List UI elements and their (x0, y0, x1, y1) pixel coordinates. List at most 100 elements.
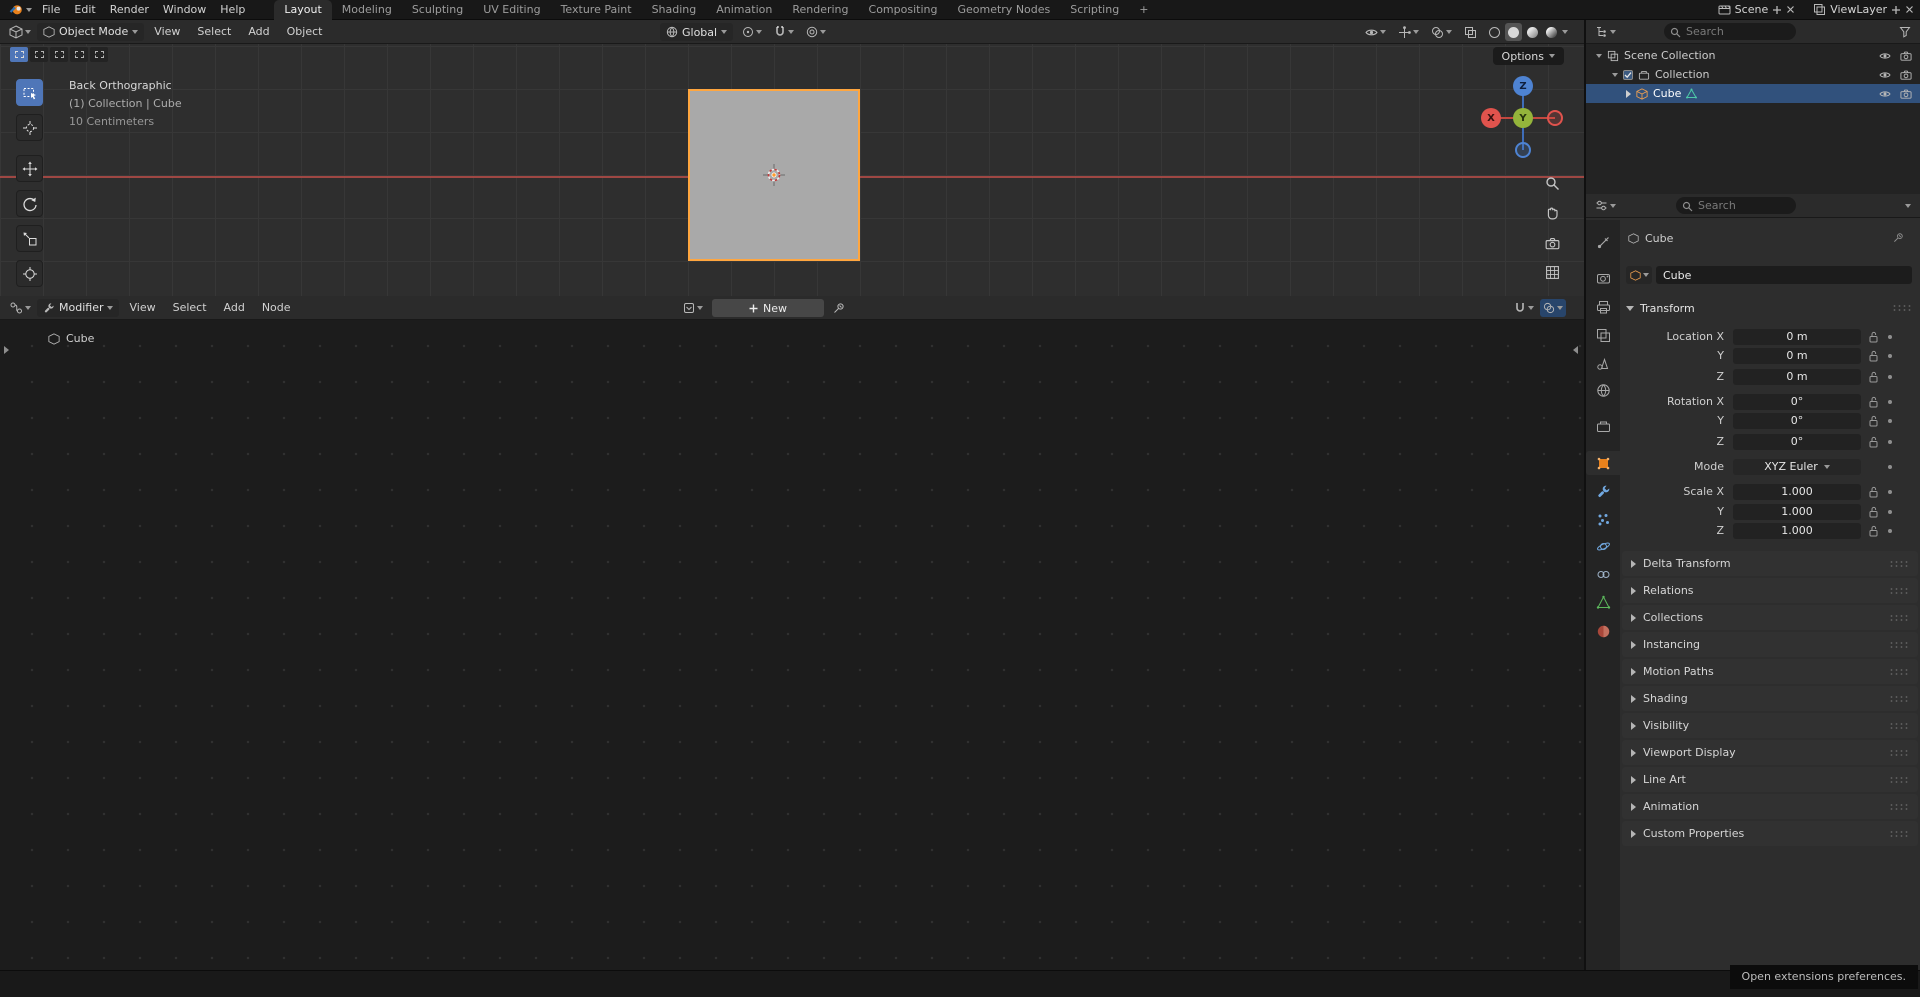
sidebar-toggle-arrow-left[interactable] (4, 344, 9, 357)
menu-render[interactable]: Render (103, 0, 156, 20)
outliner-row-cube[interactable]: Cube (1586, 84, 1920, 103)
tab-rendering[interactable]: Rendering (782, 0, 858, 20)
editor-type-button[interactable] (1592, 197, 1619, 215)
render-camera-icon[interactable] (1900, 69, 1912, 81)
viewport-menu-view[interactable]: View (147, 22, 187, 42)
panel-drag-grip[interactable] (1889, 640, 1909, 649)
viewport-canvas[interactable]: Back Orthographic (1) Collection | Cube … (0, 44, 1584, 296)
scale-z-field[interactable]: 1.000 (1733, 523, 1861, 539)
navigation-gizmo[interactable]: Z X Y (1478, 73, 1568, 163)
viewport-menu-add[interactable]: Add (241, 22, 276, 42)
gizmo-x-positive[interactable]: X (1481, 108, 1501, 128)
animate-dot[interactable] (1888, 354, 1892, 358)
new-view-layer-icon[interactable] (1891, 5, 1901, 15)
hide-eye-icon[interactable] (1879, 50, 1891, 62)
select-mode-intersect[interactable] (90, 47, 108, 62)
rotation-mode-dropdown[interactable]: XYZ Euler (1733, 459, 1861, 475)
panel-drag-grip[interactable] (1889, 559, 1909, 568)
search-input[interactable] (1664, 23, 1796, 40)
tab-output[interactable] (1590, 295, 1616, 319)
toggle-perspective-button[interactable] (1542, 262, 1562, 282)
snap-toggle[interactable] (771, 23, 797, 41)
lock-icon[interactable] (1869, 415, 1878, 427)
snapping-toggle[interactable] (1511, 299, 1537, 317)
zoom-button[interactable] (1542, 173, 1562, 193)
tab-layout[interactable]: Layout (274, 0, 332, 20)
toggle-xray-button[interactable] (1461, 23, 1480, 41)
tool-move[interactable] (16, 155, 43, 182)
add-workspace-button[interactable]: + (1129, 0, 1158, 20)
shading-wireframe-button[interactable] (1486, 23, 1503, 41)
tab-modeling[interactable]: Modeling (332, 0, 402, 20)
render-camera-icon[interactable] (1900, 88, 1912, 100)
tab-texture-paint[interactable]: Texture Paint (551, 0, 642, 20)
animate-dot[interactable] (1888, 529, 1892, 533)
gizmo-y-positive[interactable]: Y (1513, 108, 1533, 128)
animate-dot[interactable] (1888, 490, 1892, 494)
shading-solid-button[interactable] (1505, 23, 1522, 41)
tab-scripting[interactable]: Scripting (1060, 0, 1129, 20)
animate-dot[interactable] (1888, 335, 1892, 339)
location-y-field[interactable]: 0 m (1733, 348, 1861, 364)
select-mode-invert[interactable] (70, 47, 88, 62)
pin-icon[interactable] (1893, 232, 1904, 243)
rotation-x-field[interactable]: 0° (1733, 394, 1861, 410)
editor-type-button[interactable] (6, 23, 34, 41)
rotation-y-field[interactable]: 0° (1733, 413, 1861, 429)
panel-delta-transform[interactable]: Delta Transform (1622, 551, 1918, 576)
panel-drag-grip[interactable] (1889, 694, 1909, 703)
lock-icon[interactable] (1869, 350, 1878, 362)
select-mode-new[interactable] (10, 47, 28, 62)
gizmo-z-positive[interactable]: Z (1513, 76, 1533, 96)
menu-window[interactable]: Window (156, 0, 213, 20)
tab-shading[interactable]: Shading (642, 0, 707, 20)
panel-drag-grip[interactable] (1889, 829, 1909, 838)
animate-dot[interactable] (1888, 400, 1892, 404)
gizmo-x-negative[interactable] (1547, 110, 1563, 126)
gizmo-z-negative[interactable] (1515, 142, 1531, 158)
filter-button[interactable] (1896, 23, 1914, 41)
panel-drag-grip[interactable] (1889, 721, 1909, 730)
new-node-tree-button[interactable]: New (712, 299, 824, 317)
camera-view-button[interactable] (1542, 233, 1562, 253)
panel-collections[interactable]: Collections (1622, 605, 1918, 630)
lock-icon[interactable] (1869, 525, 1878, 537)
tab-animation[interactable]: Animation (706, 0, 782, 20)
transform-panel-header[interactable]: Transform (1626, 300, 1912, 316)
tool-scale[interactable] (16, 225, 43, 252)
remove-view-layer-icon[interactable] (1905, 5, 1914, 14)
tab-object-data[interactable] (1590, 590, 1616, 614)
tab-view-layer[interactable] (1590, 323, 1616, 347)
editor-type-button[interactable] (6, 299, 34, 317)
scene-selector[interactable]: Scene (1718, 3, 1796, 16)
tab-sculpting[interactable]: Sculpting (402, 0, 473, 20)
status-message[interactable]: Open extensions preferences. (1729, 965, 1918, 989)
rotation-z-field[interactable]: 0° (1733, 434, 1861, 450)
tab-uv-editing[interactable]: UV Editing (473, 0, 550, 20)
animate-dot[interactable] (1888, 440, 1892, 444)
tab-object[interactable] (1586, 451, 1620, 475)
tab-geometry-nodes[interactable]: Geometry Nodes (947, 0, 1060, 20)
panel-custom-properties[interactable]: Custom Properties (1622, 821, 1918, 846)
tool-select-box[interactable] (16, 79, 43, 106)
tab-material[interactable] (1590, 619, 1616, 643)
viewport-menu-object[interactable]: Object (280, 22, 330, 42)
outliner-row-scene-collection[interactable]: Scene Collection (1586, 46, 1920, 65)
panel-line-art[interactable]: Line Art (1622, 767, 1918, 792)
new-scene-icon[interactable] (1772, 5, 1782, 15)
object-browse-button[interactable] (1626, 266, 1652, 284)
shading-material-button[interactable] (1524, 23, 1541, 41)
node-tree-type-dropdown[interactable]: Modifier (37, 298, 120, 317)
location-z-field[interactable]: 0 m (1733, 369, 1861, 385)
proportional-editing-toggle[interactable] (803, 23, 829, 41)
object-name-field[interactable] (1656, 266, 1912, 284)
tool-transform[interactable] (16, 260, 43, 287)
disclosure-chevron[interactable] (1596, 53, 1602, 58)
unlink-scene-icon[interactable] (1786, 5, 1795, 14)
panel-drag-grip[interactable] (1889, 802, 1909, 811)
tab-modifiers[interactable] (1590, 479, 1616, 503)
tool-rotate[interactable] (16, 190, 43, 217)
object-visibility-dropdown[interactable] (1362, 23, 1389, 41)
show-gizmo-dropdown[interactable] (1395, 23, 1422, 41)
search-input[interactable] (1676, 197, 1796, 214)
